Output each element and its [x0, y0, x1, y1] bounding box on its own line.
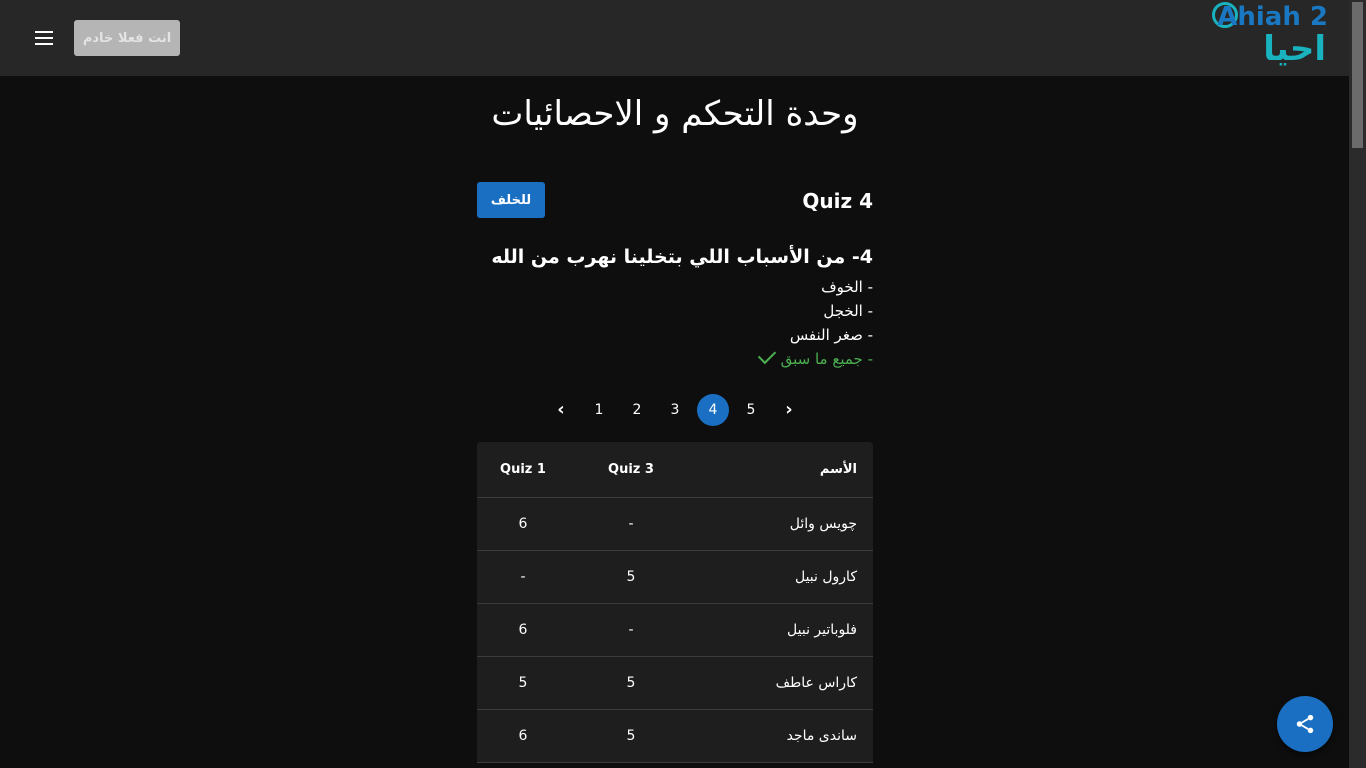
quiz3-score: 5 [626, 728, 636, 744]
student-name: فلوباتير نبيل [787, 622, 857, 638]
page-button-2[interactable]: 2 [621, 394, 653, 426]
page-title: وحدة التحكم و الاحصائيات [491, 94, 859, 134]
quiz1-score: 6 [518, 516, 528, 532]
pagination: ‹ 1 2 3 4 5 › [545, 394, 805, 426]
quiz1-score: 6 [518, 728, 528, 744]
chevron-right-icon[interactable]: › [773, 394, 805, 426]
table-row: كارول نبيل 5 - [477, 551, 873, 604]
table-row: ساندى ماجد 5 6 [477, 710, 873, 763]
answer-option: - صغر النفس [789, 326, 873, 344]
quiz3-score: 5 [626, 569, 636, 585]
quiz-header: Quiz 4 للخلف [477, 180, 873, 220]
answer-option: - الخوف [821, 278, 873, 296]
app-bar: انت فعلا خادم Ahiah 2 احيا [0, 0, 1349, 76]
page-button-1[interactable]: 1 [583, 394, 615, 426]
share-icon [1296, 714, 1314, 734]
share-button[interactable] [1277, 696, 1333, 752]
student-name: كاراس عاطف [775, 675, 857, 691]
answer-option: - الخجل [823, 302, 873, 320]
question-text: 4- من الأسباب اللي بتخلينا نهرب من الله [491, 246, 873, 268]
column-header-quiz1[interactable]: Quiz 1 [483, 442, 563, 497]
student-name: چويس وائل [789, 516, 857, 532]
quiz1-score: 5 [518, 675, 528, 691]
page-button-3[interactable]: 3 [659, 394, 691, 426]
table-header-row: الأسم Quiz 3 Quiz 1 [477, 442, 873, 498]
column-header-quiz3[interactable]: Quiz 3 [591, 442, 671, 497]
app-logo[interactable]: Ahiah 2 احيا [1206, 0, 1330, 72]
page-scrollbar[interactable] [1349, 0, 1366, 768]
quiz3-score: - [628, 622, 634, 638]
student-name: كارول نبيل [794, 569, 857, 585]
scores-table: الأسم Quiz 3 Quiz 1 چويس وائل - 6 كارول … [477, 442, 873, 763]
quiz-panel: Quiz 4 للخلف 4- من الأسباب اللي بتخلينا … [477, 180, 873, 368]
back-button[interactable]: للخلف [477, 182, 545, 218]
quiz3-score: - [628, 516, 634, 532]
check-icon [757, 345, 776, 365]
chevron-left-icon[interactable]: ‹ [545, 394, 577, 426]
column-header-name[interactable]: الأسم [820, 442, 857, 497]
quiz1-score: 6 [518, 622, 528, 638]
correct-answer-option: - جميع ما سبق [757, 345, 873, 368]
quiz1-score: - [520, 569, 526, 585]
quiz-title: Quiz 4 [802, 189, 873, 213]
table-row: چويس وائل - 6 [477, 498, 873, 551]
scrollbar-thumb[interactable] [1352, 2, 1363, 148]
table-row: كاراس عاطف 5 5 [477, 657, 873, 710]
page-button-4-active[interactable]: 4 [697, 394, 729, 426]
correct-answer-label: - جميع ما سبق [780, 350, 873, 368]
table-row: فلوباتير نبيل - 6 [477, 604, 873, 657]
server-status-button[interactable]: انت فعلا خادم [74, 20, 180, 56]
hamburger-menu-icon[interactable] [28, 22, 60, 54]
logo-latin-text: Ahiah 2 [1217, 2, 1328, 32]
student-name: ساندى ماجد [786, 728, 857, 744]
page-button-5[interactable]: 5 [735, 394, 767, 426]
logo-arabic-text: احيا [1263, 29, 1326, 69]
quiz3-score: 5 [626, 675, 636, 691]
